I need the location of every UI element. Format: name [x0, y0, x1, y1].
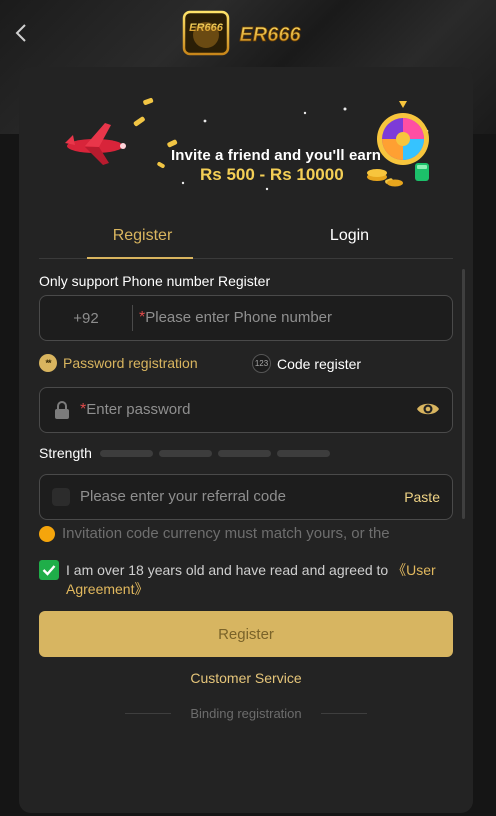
prize-wheel-icon: [377, 101, 429, 165]
code-register-label: Code register: [277, 355, 362, 372]
field-divider: [132, 305, 133, 331]
register-card: Invite a friend and you'll earn Rs 500 -…: [19, 67, 473, 813]
airplane-icon: [65, 123, 126, 165]
referral-placeholder: Please enter your referral code: [80, 488, 286, 505]
lock-icon: [55, 401, 69, 419]
active-tab-indicator: [87, 257, 193, 259]
password-placeholder: Enter password: [86, 401, 191, 418]
phone-support-hint: Only support Phone number Register: [39, 273, 271, 289]
strength-bar-3: [218, 450, 271, 457]
binding-registration-label: Binding registration: [190, 706, 302, 721]
warning-dot-icon: [39, 525, 55, 542]
agreement-checkbox[interactable]: [39, 560, 59, 580]
register-button[interactable]: Register: [39, 611, 453, 657]
referral-field[interactable]: Please enter your referral code Paste: [39, 474, 453, 520]
password-field[interactable]: *Enter password: [39, 387, 453, 433]
password-registration-option[interactable]: ** Password registration: [39, 354, 198, 372]
invitation-notice: Invitation code currency must match your…: [39, 525, 449, 542]
banner-title: Invite a friend and you'll earn: [171, 147, 382, 164]
invitation-notice-text: Invitation code currency must match your…: [62, 525, 390, 542]
phone-input[interactable]: *Please enter Phone number: [139, 309, 332, 327]
strength-bar-4: [277, 450, 330, 457]
numeric-code-icon: 123: [252, 354, 271, 373]
password-registration-label: Password registration: [63, 355, 198, 371]
referral-input[interactable]: Please enter your referral code: [80, 488, 286, 505]
country-code-select[interactable]: +92: [40, 296, 132, 340]
tab-register[interactable]: Register: [39, 213, 246, 258]
back-button[interactable]: [10, 20, 32, 46]
invite-banner[interactable]: Invite a friend and you'll earn Rs 500 -…: [55, 91, 435, 201]
svg-text:ER666: ER666: [239, 24, 301, 46]
agreement-statement: I am over 18 years old and have read and…: [66, 562, 393, 578]
banner-reward-range: Rs 500 - Rs 10000: [200, 165, 344, 184]
strength-bar-2: [159, 450, 212, 457]
brand-logo: ER666 ER666: [182, 10, 312, 56]
coins-icon: [367, 163, 429, 187]
password-dots-icon: **: [39, 354, 57, 372]
chevron-left-icon: [15, 24, 26, 42]
referral-icon: [52, 488, 70, 506]
strength-label: Strength: [39, 445, 92, 461]
phone-placeholder: Please enter Phone number: [145, 309, 333, 326]
checkmark-icon: [42, 565, 56, 576]
auth-tabs: Register Login: [39, 213, 453, 259]
binding-divider-right: [321, 713, 367, 714]
paste-button[interactable]: Paste: [404, 489, 440, 505]
svg-text:ER666: ER666: [189, 22, 224, 34]
agreement-text: I am over 18 years old and have read and…: [66, 561, 456, 599]
customer-service-link[interactable]: Customer Service: [19, 670, 473, 686]
scrollbar[interactable]: [462, 269, 465, 519]
password-input[interactable]: *Enter password: [80, 401, 190, 419]
eye-icon[interactable]: [416, 400, 440, 418]
code-register-option[interactable]: 123 Code register: [252, 354, 361, 373]
phone-field[interactable]: +92 *Please enter Phone number: [39, 295, 453, 341]
strength-bar-1: [100, 450, 153, 457]
tab-login[interactable]: Login: [246, 213, 453, 258]
